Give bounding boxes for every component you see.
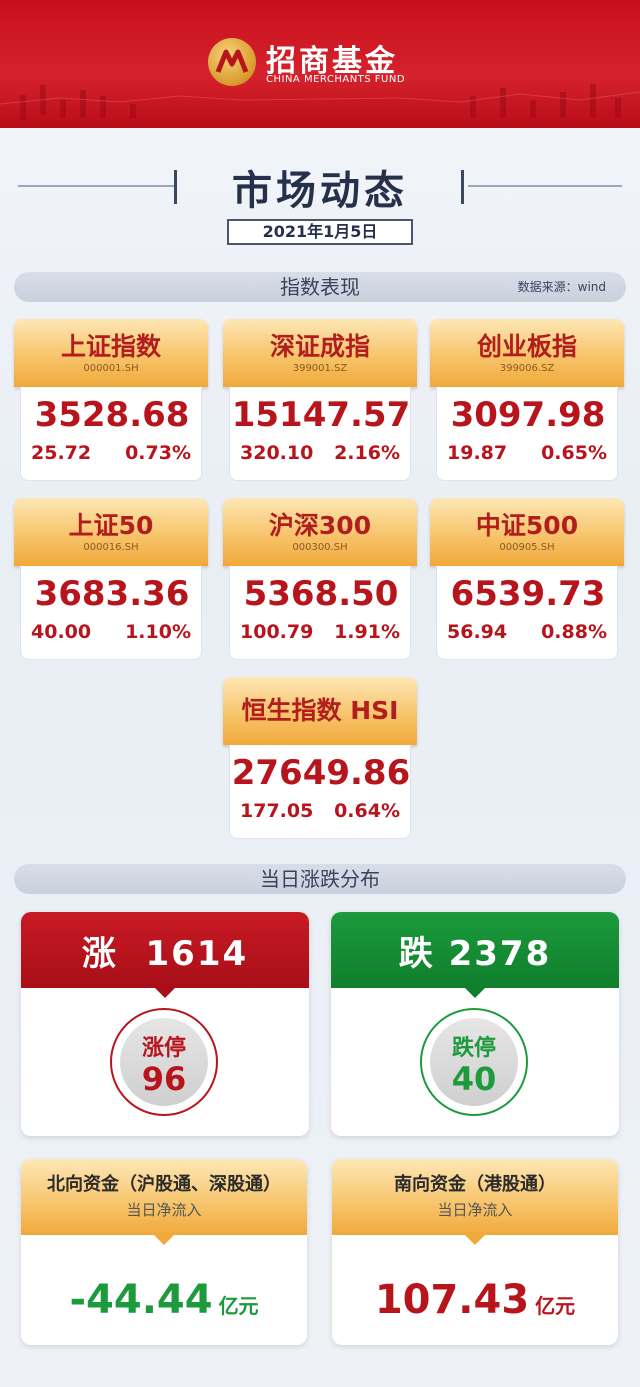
index-card-csi500: 中证500 000905.SH 6539.73 56.94 0.88% [430, 498, 624, 660]
index-name: 上证指数 [60, 332, 161, 361]
pointer-arrow [465, 988, 485, 998]
flow-value: 107.43 [374, 1277, 530, 1323]
index-code: 000016.SH [83, 542, 139, 553]
flow-value: -44.44 [69, 1277, 213, 1323]
flow-unit: 亿元 [218, 1294, 259, 1318]
distribution-section-title: 当日涨跌分布 [260, 867, 380, 891]
index-code: 000905.SH [499, 542, 555, 553]
index-percent: 1.10% [125, 621, 191, 643]
index-card-sse50: 上证50 000016.SH 3683.36 40.00 1.10% [14, 498, 208, 660]
index-name: 沪深300 [268, 511, 372, 540]
advancers-number: 1614 [145, 934, 249, 974]
index-value: 3097.98 [450, 395, 606, 435]
report-date: 2021年1月5日 [227, 219, 413, 245]
brand-header: 招商基金 CHINA MERCHANTS FUND [0, 0, 640, 128]
brand-logo: 招商基金 CHINA MERCHANTS FUND [208, 36, 438, 92]
index-change: 56.94 [447, 621, 508, 643]
decliners-panel: 跌 2378 跌停 40 [331, 912, 619, 1136]
flow-title: 北向资金（沪股通、深股通） [47, 1174, 281, 1195]
index-value: 3528.68 [34, 395, 190, 435]
index-section-bar: 指数表现 数据来源：wind [14, 272, 626, 302]
index-change: 177.05 [240, 800, 314, 822]
data-source: 数据来源：wind [517, 280, 606, 294]
page-title: 市场动态 [232, 168, 408, 214]
index-value: 15147.57 [231, 395, 411, 435]
limit-up-badge: 涨停 96 [110, 1008, 218, 1116]
limit-up-count: 96 [141, 1060, 187, 1098]
index-name: 中证500 [475, 511, 579, 540]
index-percent: 1.91% [334, 621, 400, 643]
index-percent: 0.64% [334, 800, 400, 822]
index-change: 100.79 [240, 621, 314, 643]
index-change: 40.00 [31, 621, 92, 643]
index-name: 上证50 [68, 511, 154, 540]
brand-name-en: CHINA MERCHANTS FUND [266, 74, 406, 85]
index-code: 000300.SH [292, 542, 348, 553]
advancers-panel: 涨 1614 涨停 96 [21, 912, 309, 1136]
index-change: 25.72 [31, 442, 92, 464]
limit-down-count: 40 [451, 1060, 497, 1098]
pointer-arrow [155, 988, 175, 998]
brand-logo-icon [208, 38, 256, 86]
index-card-chinext: 创业板指 399006.SZ 3097.98 19.87 0.65% [430, 319, 624, 481]
limit-up-label: 涨停 [141, 1036, 186, 1061]
decliners-label: 跌 [398, 934, 435, 974]
index-code: 000001.SH [83, 363, 139, 374]
flow-unit: 亿元 [535, 1294, 576, 1318]
decliners-count: 跌 2378 [331, 926, 619, 975]
flow-title: 南向资金（港股通） [394, 1174, 556, 1195]
index-name: 恒生指数 HSI [241, 696, 399, 725]
index-percent: 2.16% [334, 442, 400, 464]
index-code: 399006.SZ [499, 363, 555, 374]
index-change: 320.10 [240, 442, 314, 464]
southbound-flow-panel: 南向资金（港股通） 当日净流入 107.43 亿元 [332, 1159, 618, 1345]
index-value: 3683.36 [34, 574, 190, 614]
flow-subtitle: 当日净流入 [126, 1201, 202, 1219]
index-percent: 0.65% [541, 442, 607, 464]
limit-down-label: 跌停 [451, 1036, 496, 1061]
decliners-number: 2378 [448, 934, 552, 974]
index-value: 5368.50 [243, 574, 399, 614]
index-card-shanghai: 上证指数 000001.SH 3528.68 25.72 0.73% [14, 319, 208, 481]
advancers-label: 涨 [81, 934, 118, 974]
index-name: 深证成指 [269, 332, 370, 361]
index-value: 27649.86 [231, 753, 411, 793]
index-code: 399001.SZ [292, 363, 348, 374]
index-card-shenzhen: 深证成指 399001.SZ 15147.57 320.10 2.16% [223, 319, 417, 481]
pointer-arrow [465, 1235, 485, 1245]
index-card-csi300: 沪深300 000300.SH 5368.50 100.79 1.91% [223, 498, 417, 660]
flow-subtitle: 当日净流入 [437, 1201, 513, 1219]
index-name: 创业板指 [476, 332, 577, 361]
index-percent: 0.88% [541, 621, 607, 643]
limit-down-badge: 跌停 40 [420, 1008, 528, 1116]
northbound-flow-panel: 北向资金（沪股通、深股通） 当日净流入 -44.44 亿元 [21, 1159, 307, 1345]
distribution-section-bar: 当日涨跌分布 [14, 864, 626, 894]
index-change: 19.87 [447, 442, 508, 464]
pointer-arrow [154, 1235, 174, 1245]
advancers-count: 涨 1614 [21, 926, 309, 975]
index-percent: 0.73% [125, 442, 191, 464]
index-value: 6539.73 [450, 574, 606, 614]
index-card-hsi: 恒生指数 HSI 27649.86 177.05 0.64% [223, 677, 417, 839]
